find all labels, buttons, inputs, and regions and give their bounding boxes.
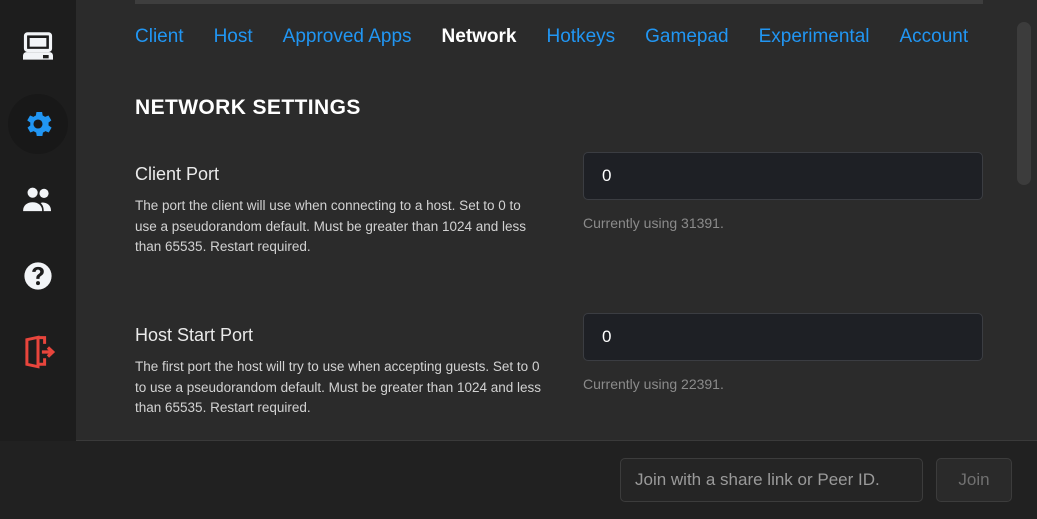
sidebar-item-quit[interactable] (8, 322, 68, 382)
tab-host[interactable]: Host (199, 24, 268, 50)
tab-gamepad[interactable]: Gamepad (630, 24, 743, 50)
gear-icon (21, 107, 55, 141)
join-button[interactable]: Join (936, 458, 1012, 502)
client-port-input[interactable] (583, 152, 983, 200)
host-start-port-hint: Currently using 22391. (583, 375, 983, 393)
join-controls: Join (620, 458, 1012, 502)
sidebar-item-friends[interactable] (8, 170, 68, 230)
join-input[interactable] (620, 458, 923, 502)
tab-network[interactable]: Network (427, 24, 532, 50)
question-mark-icon (21, 259, 55, 293)
sidebar-item-settings[interactable] (8, 94, 68, 154)
tab-hotkeys[interactable]: Hotkeys (532, 24, 631, 50)
host-start-port-input[interactable] (583, 313, 983, 361)
tab-client[interactable]: Client (135, 24, 199, 50)
computer-icon (18, 28, 58, 68)
setting-control: Currently using 31391. (583, 152, 983, 232)
sidebar-item-help[interactable] (8, 246, 68, 306)
setting-label: Client Port (135, 162, 219, 186)
tab-experimental[interactable]: Experimental (744, 24, 885, 50)
setting-control: Currently using 22391. (583, 313, 983, 393)
bottom-bar: Join (0, 441, 1037, 519)
settings-window: Client Host Approved Apps Network Hotkey… (0, 0, 1037, 519)
settings-panel: Client Host Approved Apps Network Hotkey… (76, 0, 1037, 441)
setting-label: Host Start Port (135, 323, 253, 347)
panel-scrollbar-thumb[interactable] (1017, 22, 1031, 185)
tab-account[interactable]: Account (884, 24, 983, 50)
sidebar-item-devices[interactable] (8, 18, 68, 78)
settings-tab-bar: Client Host Approved Apps Network Hotkey… (135, 24, 983, 50)
client-port-hint: Currently using 31391. (583, 214, 983, 232)
exit-icon (20, 334, 56, 370)
panel-top-divider (135, 0, 983, 4)
setting-description: The port the client will use when connec… (135, 196, 545, 258)
people-icon (19, 181, 57, 219)
setting-description: The first port the host will try to use … (135, 357, 545, 419)
page-title: NETWORK SETTINGS (135, 96, 361, 120)
panel-scrollbar-track[interactable] (1020, 0, 1034, 441)
tab-approved-apps[interactable]: Approved Apps (268, 24, 427, 50)
